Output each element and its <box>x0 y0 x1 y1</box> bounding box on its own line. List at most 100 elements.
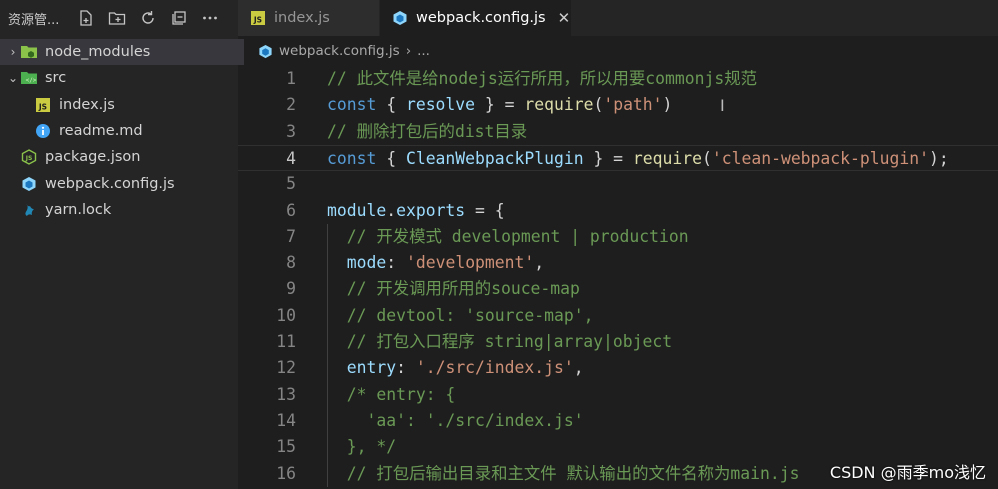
line-number: 4 <box>286 148 296 168</box>
tree-item-package-json[interactable]: JS package.json <box>0 144 244 170</box>
code-line[interactable]: 6 module.exports = { <box>238 198 998 224</box>
code-line[interactable]: 4 const { CleanWebpackPlugin } = require(… <box>238 144 998 172</box>
tree-item-src[interactable]: ⌄ </> src <box>0 65 244 91</box>
tree-item-node-modules[interactable]: › node_modules <box>0 39 244 65</box>
code-text: 'aa': './src/index.js' <box>327 408 583 434</box>
breadcrumb-file[interactable]: webpack.config.js <box>279 43 400 59</box>
text-cursor-icon: I <box>720 96 725 115</box>
breadcrumb-more[interactable]: ... <box>417 43 430 59</box>
code-token-comment: // 开发调用所用的souce-map <box>346 279 580 299</box>
code-line[interactable]: 12 entry: './src/index.js', <box>238 355 998 381</box>
refresh-icon[interactable] <box>139 9 157 27</box>
line-number: 14 <box>276 410 296 430</box>
code-token-punc: : <box>386 253 406 273</box>
code-text: const { resolve } = require('path') <box>327 92 672 118</box>
watermark: CSDN @雨季mo浅忆 <box>829 463 986 482</box>
code-token-comment: }, */ <box>346 437 397 457</box>
tree-item-label: index.js <box>59 96 115 113</box>
code-line[interactable]: 9 // 开发调用所用的souce-map <box>238 276 998 302</box>
tree-item-label: package.json <box>45 149 141 166</box>
code-text: // 开发调用所用的souce-map <box>327 276 580 302</box>
code-token-var: resolve <box>405 95 476 115</box>
new-folder-icon[interactable] <box>108 9 126 27</box>
tree-item-readme-md[interactable]: readme.md <box>0 118 266 144</box>
line-number: 15 <box>276 437 296 457</box>
explorer-header: 资源管... <box>0 0 238 36</box>
code-line[interactable]: 2 const { resolve } = require('path') <box>238 92 998 118</box>
code-line[interactable]: 15 }, */ <box>238 434 998 460</box>
tab-index-js[interactable]: JS index.js <box>238 0 380 36</box>
code-token-var: exports <box>396 200 466 220</box>
code-token-string: 'clean-webpack-plugin' <box>711 148 929 168</box>
svg-text:JS: JS <box>38 102 47 111</box>
line-number: 12 <box>276 358 296 378</box>
code-editor[interactable]: 1 // 此文件是给nodejs运行所用，所以用要commonjs规范 2 const… <box>238 66 998 489</box>
code-line[interactable]: 13 /* entry: { <box>238 382 998 408</box>
line-number: 8 <box>286 253 296 273</box>
line-number: 5 <box>286 174 296 194</box>
code-line[interactable]: 3 // 删除打包后的dist目录 <box>238 119 998 145</box>
breadcrumb: webpack.config.js › ... <box>238 36 998 66</box>
code-line[interactable]: 10 // devtool: 'source-map', <box>238 303 998 329</box>
code-token-punc: ); <box>928 148 949 168</box>
tab-webpack-config[interactable]: webpack.config.js ✕ <box>380 0 572 36</box>
code-text: // 开发模式 development | production <box>327 224 689 250</box>
code-token-punc: } = <box>583 148 633 168</box>
code-token-comment: // 删除打包后的dist目录 <box>327 121 528 141</box>
chevron-icon[interactable]: › <box>6 45 20 59</box>
code-token-string: 'path' <box>603 95 663 115</box>
code-text: // devtool: 'source-map', <box>327 303 594 329</box>
code-text: // 此文件是给nodejs运行所用，所以用要commonjs规范 <box>327 66 757 92</box>
code-line[interactable]: 1 // 此文件是给nodejs运行所用，所以用要commonjs规范 <box>238 66 998 92</box>
svg-text:JS: JS <box>253 16 262 25</box>
code-token-func: require <box>524 95 594 115</box>
code-text: /* entry: { <box>327 382 456 408</box>
code-token-var: module <box>327 200 387 220</box>
tree-item-label: readme.md <box>59 122 143 139</box>
line-number: 9 <box>286 279 296 299</box>
code-token-punc: } = <box>475 95 525 115</box>
code-token-keyword: const <box>327 95 377 115</box>
code-token-var: CleanWebpackPlugin <box>405 148 584 168</box>
collapse-all-icon[interactable] <box>170 9 188 27</box>
code-token-punc: = { <box>465 200 505 220</box>
more-actions-icon[interactable] <box>201 9 219 27</box>
line-number: 13 <box>276 384 296 404</box>
chevron-icon[interactable]: ⌄ <box>6 71 20 85</box>
code-line[interactable]: 7 // 开发模式 development | production <box>238 224 998 250</box>
explorer-actions <box>77 9 219 27</box>
code-token-comment: // 打包后输出目录和主文件 默认输出的文件名称为main.js <box>346 463 800 483</box>
code-token-punc: ( <box>702 148 712 168</box>
code-text: // 打包后输出目录和主文件 默认输出的文件名称为main.js <box>327 461 800 487</box>
line-number: 10 <box>276 305 296 325</box>
webpack-file-icon <box>258 44 273 59</box>
breadcrumb-separator: › <box>405 43 412 59</box>
tree-item-index-js[interactable]: JS index.js <box>0 92 266 118</box>
line-number: 7 <box>286 226 296 246</box>
line-number: 1 <box>286 69 296 88</box>
close-icon[interactable]: ✕ <box>558 9 571 27</box>
code-line[interactable]: 14 'aa': './src/index.js' <box>238 408 998 434</box>
info-file-icon <box>34 122 52 140</box>
tree-item-label: webpack.config.js <box>45 175 175 192</box>
webpack-file-icon <box>392 10 408 26</box>
code-token-comment: // 开发模式 development | production <box>346 226 689 246</box>
code-text: const { CleanWebpackPlugin } = require('… <box>327 146 949 172</box>
tree-item-yarn-lock[interactable]: yarn.lock <box>0 197 244 223</box>
tree-item-webpack-config-js[interactable]: webpack.config.js <box>0 171 244 197</box>
code-line[interactable]: 5 <box>238 171 998 197</box>
code-line[interactable]: 8 mode: 'development', <box>238 250 998 276</box>
line-number: 11 <box>276 332 296 351</box>
code-line[interactable]: 11 // 打包入口程序 string|array|object <box>238 329 998 355</box>
line-number: 3 <box>286 121 296 141</box>
code-token-punc: ( <box>593 95 604 115</box>
indent-guide <box>327 223 328 487</box>
new-file-icon[interactable] <box>77 9 95 27</box>
code-text: }, */ <box>327 434 396 460</box>
code-token-punc: : <box>396 358 416 378</box>
